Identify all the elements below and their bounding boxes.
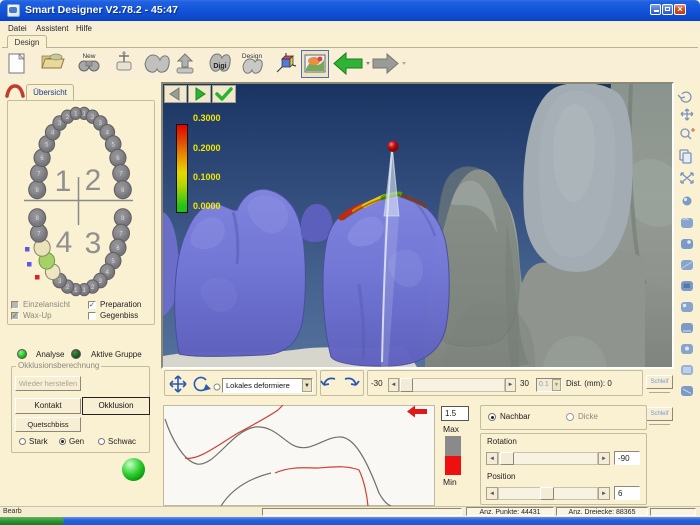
svg-text:4: 4	[56, 226, 73, 259]
svg-text:1: 1	[55, 165, 72, 198]
svg-text:Digi: Digi	[213, 63, 226, 70]
svg-text:New: New	[82, 53, 95, 60]
svg-text:3: 3	[85, 227, 102, 260]
svg-text:2: 2	[85, 164, 102, 197]
